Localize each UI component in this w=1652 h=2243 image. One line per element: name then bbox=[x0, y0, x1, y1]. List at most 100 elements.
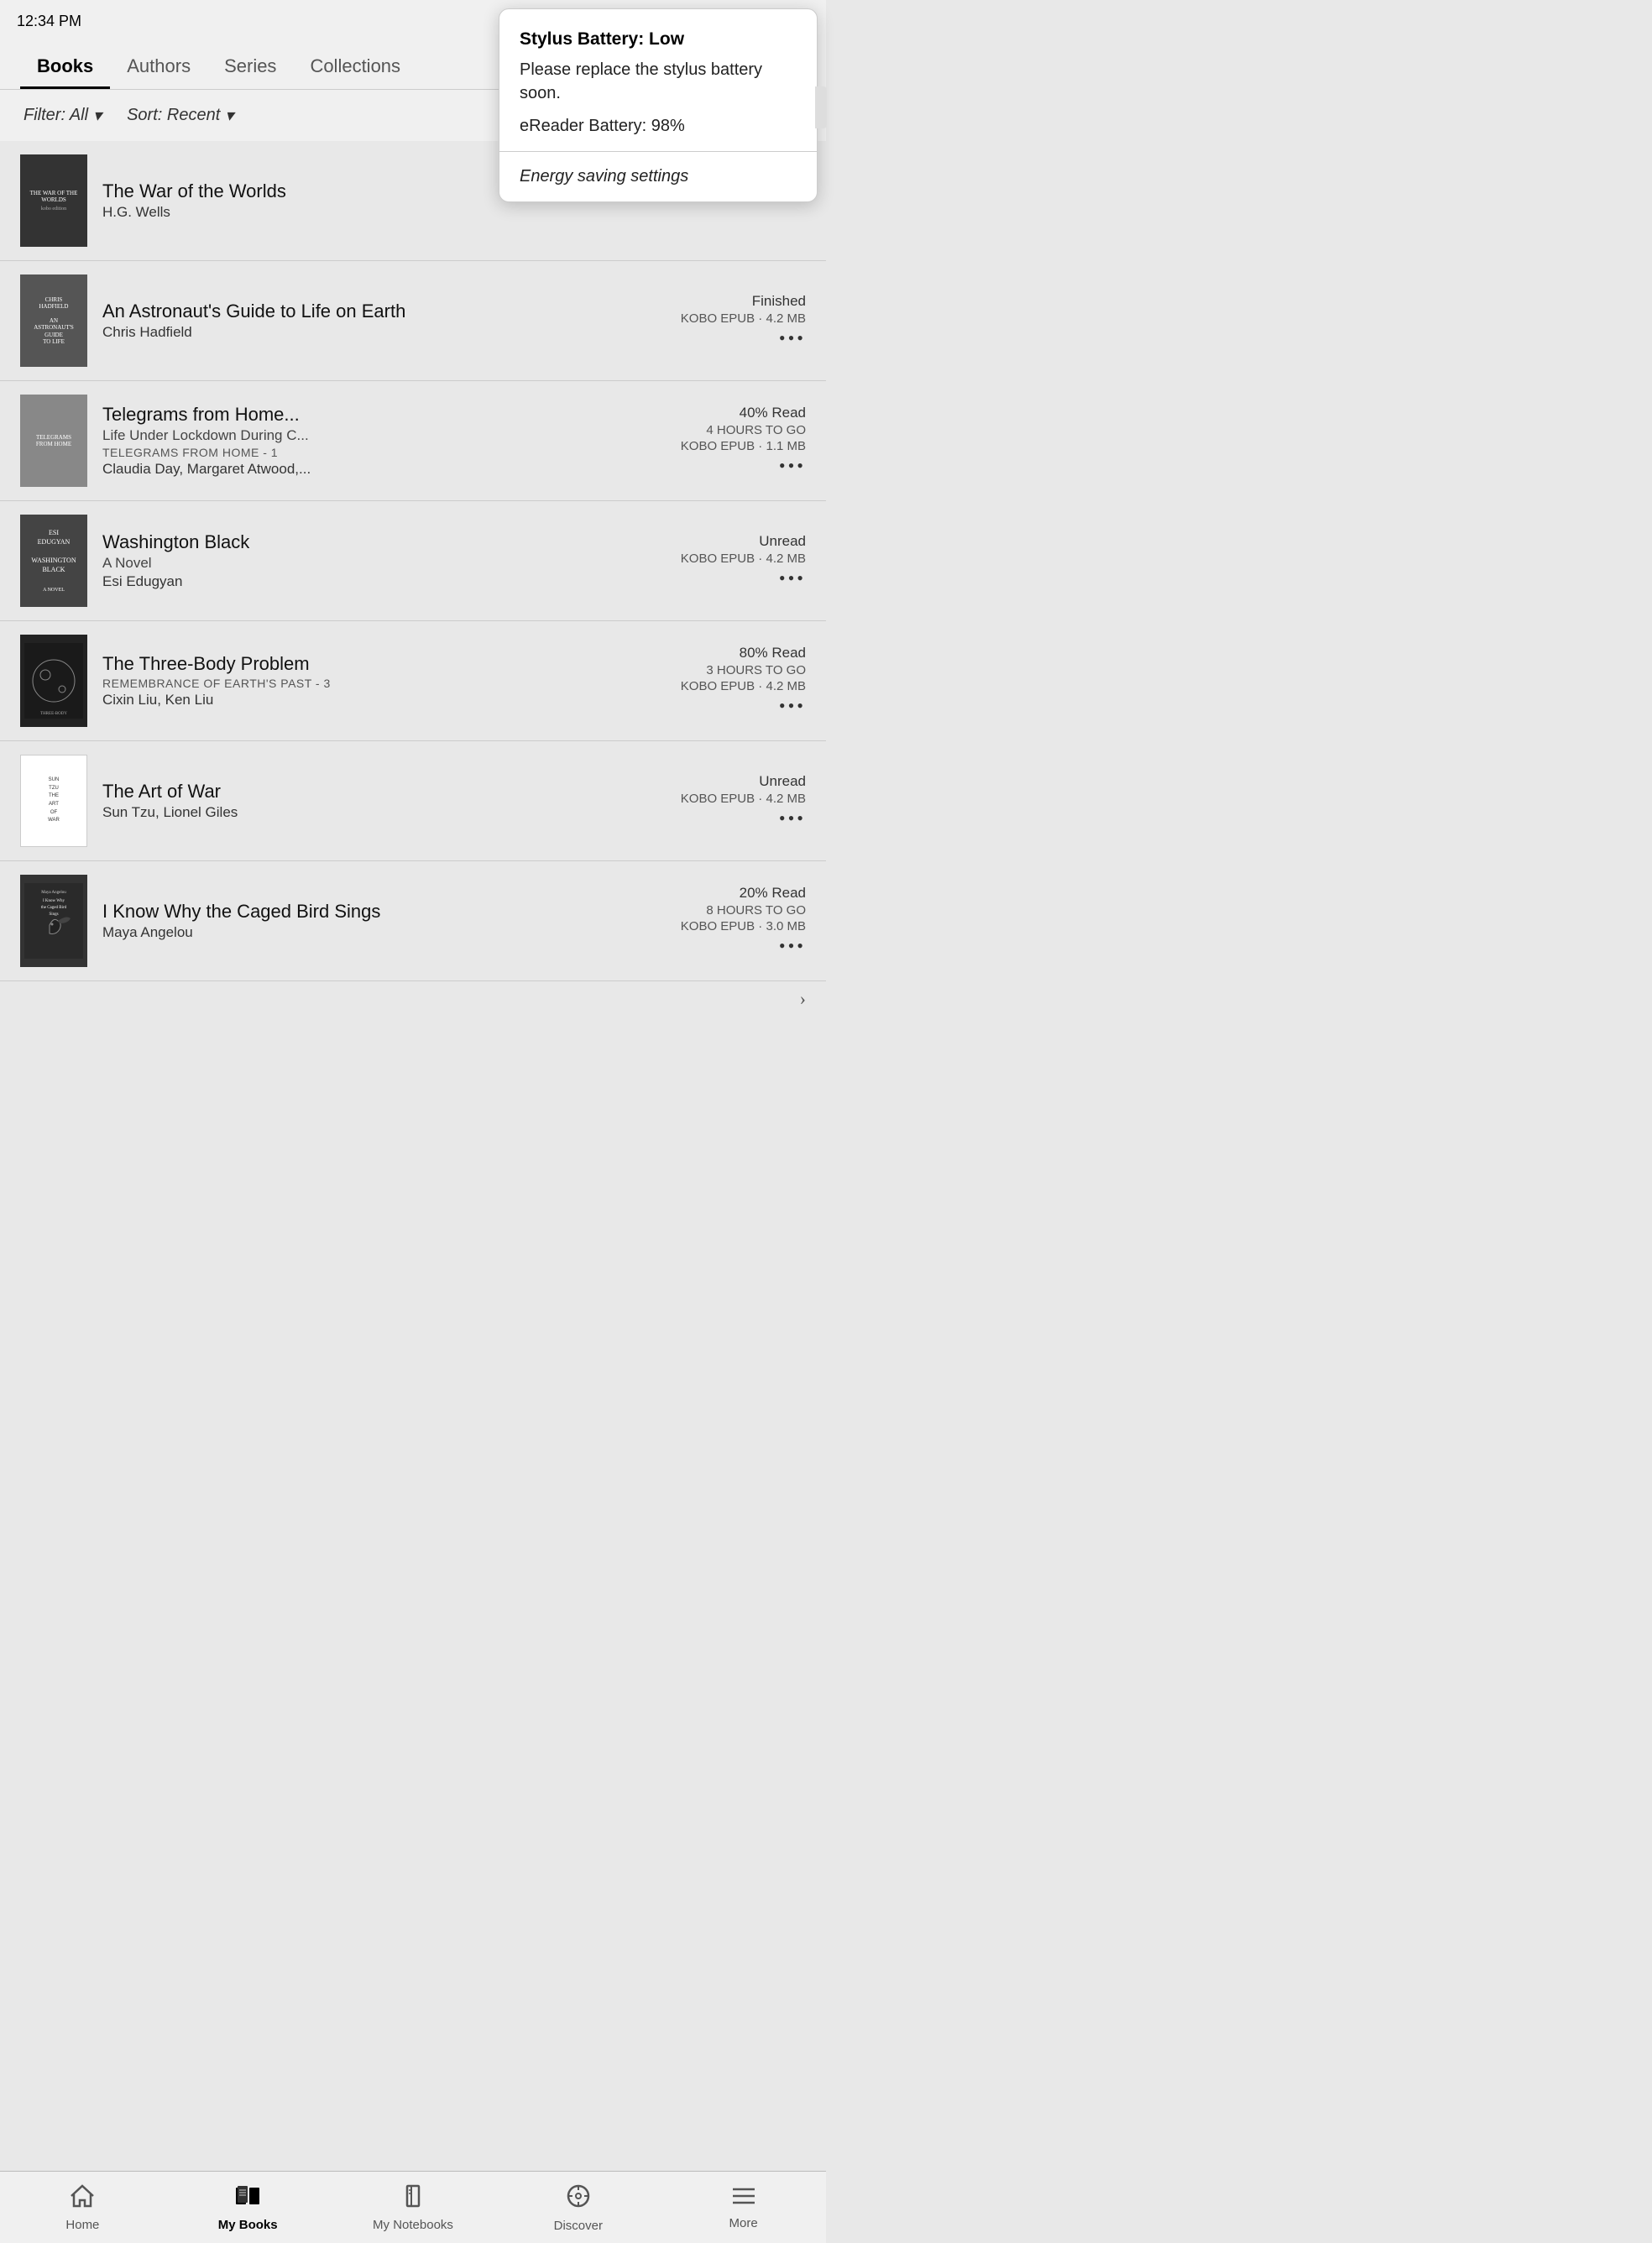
book-menu-button[interactable]: ••• bbox=[779, 935, 806, 957]
bottom-navigation: Home My Books My Notebooks bbox=[0, 2171, 826, 2243]
book-hours: 3 HOURS TO GO bbox=[706, 663, 806, 677]
book-status: 80% Read bbox=[740, 645, 806, 661]
list-item[interactable]: SUNTZUTHEARTOFWAR The Art of War Sun Tzu… bbox=[0, 741, 826, 861]
nav-more[interactable]: More bbox=[661, 2172, 826, 2243]
filter-label: Filter: All bbox=[24, 106, 88, 125]
list-item[interactable]: CHRISHADFIELDANASTRONAUT'SGUIDETO LIFE A… bbox=[0, 261, 826, 381]
book-title: Washington Black bbox=[102, 531, 665, 553]
book-status: Unread bbox=[759, 773, 806, 790]
nav-home[interactable]: Home bbox=[0, 2172, 165, 2243]
book-status: Finished bbox=[752, 293, 806, 310]
book-author: Cixin Liu, Ken Liu bbox=[102, 692, 665, 708]
popup-ereader-battery: eReader Battery: 98% bbox=[520, 117, 797, 136]
book-author: H.G. Wells bbox=[102, 204, 806, 221]
status-time: 12:34 PM bbox=[17, 13, 81, 30]
list-item[interactable]: Maya Angelou I Know Why the Caged Bird S… bbox=[0, 861, 826, 981]
nav-mybooks[interactable]: My Books bbox=[165, 2172, 331, 2243]
book-series: REMEMBRANCE OF EARTH'S PAST - 3 bbox=[102, 677, 665, 690]
tab-series[interactable]: Series bbox=[207, 40, 293, 89]
book-menu-button[interactable]: ••• bbox=[779, 327, 806, 349]
book-meta: Unread KOBO EPUB · 4.2 MB ••• bbox=[680, 533, 806, 589]
book-meta: 40% Read 4 HOURS TO GO KOBO EPUB · 1.1 M… bbox=[680, 405, 806, 477]
svg-text:the Caged Bird: the Caged Bird bbox=[41, 906, 67, 910]
nav-notebooks[interactable]: My Notebooks bbox=[331, 2172, 496, 2243]
tab-collections[interactable]: Collections bbox=[293, 40, 417, 89]
book-status: Unread bbox=[759, 533, 806, 550]
tab-books[interactable]: Books bbox=[20, 40, 110, 89]
book-cover: THREE-BODY bbox=[20, 635, 87, 727]
notebooks-icon bbox=[400, 2184, 426, 2214]
book-cover: Maya Angelou I Know Why the Caged Bird S… bbox=[20, 875, 87, 967]
book-cover: TELEGRAMSFROM HOME bbox=[20, 395, 87, 487]
tab-authors[interactable]: Authors bbox=[110, 40, 207, 89]
scroll-indicator: › bbox=[0, 981, 826, 1017]
book-meta: Unread KOBO EPUB · 4.2 MB ••• bbox=[680, 773, 806, 829]
book-cover: SUNTZUTHEARTOFWAR bbox=[20, 755, 87, 847]
book-info: I Know Why the Caged Bird Sings Maya Ang… bbox=[102, 901, 665, 941]
book-meta: 80% Read 3 HOURS TO GO KOBO EPUB · 4.2 M… bbox=[680, 645, 806, 717]
book-info: The Art of War Sun Tzu, Lionel Giles bbox=[102, 781, 665, 821]
sort-label: Sort: Recent bbox=[127, 106, 220, 125]
filter-chevron-icon: ▾ bbox=[93, 105, 102, 126]
book-author: Chris Hadfield bbox=[102, 324, 665, 341]
popup-description: Please replace the stylus battery soon. bbox=[520, 58, 797, 105]
book-hours: 8 HOURS TO GO bbox=[706, 903, 806, 918]
svg-text:I Know Why: I Know Why bbox=[43, 899, 65, 903]
sort-chevron-icon: ▾ bbox=[225, 105, 233, 126]
book-info: Washington Black A Novel Esi Edugyan bbox=[102, 531, 665, 590]
book-cover: ESIEDUGYANWASHINGTONBLACKA NOVEL bbox=[20, 515, 87, 607]
book-format: KOBO EPUB · 3.0 MB bbox=[681, 919, 806, 933]
book-meta: 20% Read 8 HOURS TO GO KOBO EPUB · 3.0 M… bbox=[680, 885, 806, 957]
book-subtitle: A Novel bbox=[102, 555, 665, 572]
book-info: Telegrams from Home... Life Under Lockdo… bbox=[102, 404, 665, 478]
list-item[interactable]: THREE-BODY The Three-Body Problem REMEMB… bbox=[0, 621, 826, 741]
book-meta: Finished KOBO EPUB · 4.2 MB ••• bbox=[680, 293, 806, 349]
nav-discover[interactable]: Discover bbox=[495, 2172, 661, 2243]
mybooks-icon bbox=[234, 2184, 261, 2214]
book-menu-button[interactable]: ••• bbox=[779, 567, 806, 589]
book-author: Claudia Day, Margaret Atwood,... bbox=[102, 461, 665, 478]
book-title: Telegrams from Home... bbox=[102, 404, 665, 426]
popup-energy-settings-link[interactable]: Energy saving settings bbox=[520, 152, 797, 201]
book-author: Esi Edugyan bbox=[102, 573, 665, 590]
more-icon bbox=[731, 2186, 756, 2213]
svg-text:THREE-BODY: THREE-BODY bbox=[40, 712, 67, 716]
nav-discover-label: Discover bbox=[554, 2219, 603, 2233]
book-status: 20% Read bbox=[740, 885, 806, 902]
book-format: KOBO EPUB · 4.2 MB bbox=[681, 792, 806, 806]
discover-icon bbox=[566, 2183, 591, 2215]
book-series: TELEGRAMS FROM HOME - 1 bbox=[102, 446, 665, 459]
book-format: KOBO EPUB · 4.2 MB bbox=[681, 311, 806, 326]
popup-side-tab bbox=[815, 86, 827, 128]
svg-text:Sings: Sings bbox=[49, 912, 58, 917]
book-status: 40% Read bbox=[740, 405, 806, 421]
book-format: KOBO EPUB · 4.2 MB bbox=[681, 552, 806, 566]
home-icon bbox=[70, 2184, 95, 2214]
popup-title: Stylus Battery: Low bbox=[520, 29, 797, 50]
book-cover: CHRISHADFIELDANASTRONAUT'SGUIDETO LIFE bbox=[20, 274, 87, 367]
book-menu-button[interactable]: ••• bbox=[779, 455, 806, 477]
book-title: An Astronaut's Guide to Life on Earth bbox=[102, 301, 665, 322]
book-cover: THE WAR OF THE WORLDS kobo edition bbox=[20, 154, 87, 247]
book-list: THE WAR OF THE WORLDS kobo edition The W… bbox=[0, 141, 826, 1017]
book-title: The Art of War bbox=[102, 781, 665, 803]
book-title: I Know Why the Caged Bird Sings bbox=[102, 901, 665, 923]
filter-dropdown[interactable]: Filter: All ▾ bbox=[24, 105, 102, 126]
battery-popup: Stylus Battery: Low Please replace the s… bbox=[499, 8, 818, 202]
book-format: KOBO EPUB · 4.2 MB bbox=[681, 679, 806, 693]
list-item[interactable]: ESIEDUGYANWASHINGTONBLACKA NOVEL Washing… bbox=[0, 501, 826, 621]
nav-mybooks-label: My Books bbox=[218, 2218, 278, 2232]
book-title: The Three-Body Problem bbox=[102, 653, 665, 675]
book-format: KOBO EPUB · 1.1 MB bbox=[681, 439, 806, 453]
nav-more-label: More bbox=[729, 2216, 757, 2230]
book-author: Maya Angelou bbox=[102, 924, 665, 941]
book-info: An Astronaut's Guide to Life on Earth Ch… bbox=[102, 301, 665, 341]
book-subtitle: Life Under Lockdown During C... bbox=[102, 427, 665, 444]
scroll-down-icon: › bbox=[800, 988, 806, 1010]
list-item[interactable]: TELEGRAMSFROM HOME Telegrams from Home..… bbox=[0, 381, 826, 501]
sort-dropdown[interactable]: Sort: Recent ▾ bbox=[127, 105, 233, 126]
book-menu-button[interactable]: ••• bbox=[779, 808, 806, 829]
book-hours: 4 HOURS TO GO bbox=[706, 423, 806, 437]
nav-notebooks-label: My Notebooks bbox=[373, 2218, 453, 2232]
book-menu-button[interactable]: ••• bbox=[779, 695, 806, 717]
